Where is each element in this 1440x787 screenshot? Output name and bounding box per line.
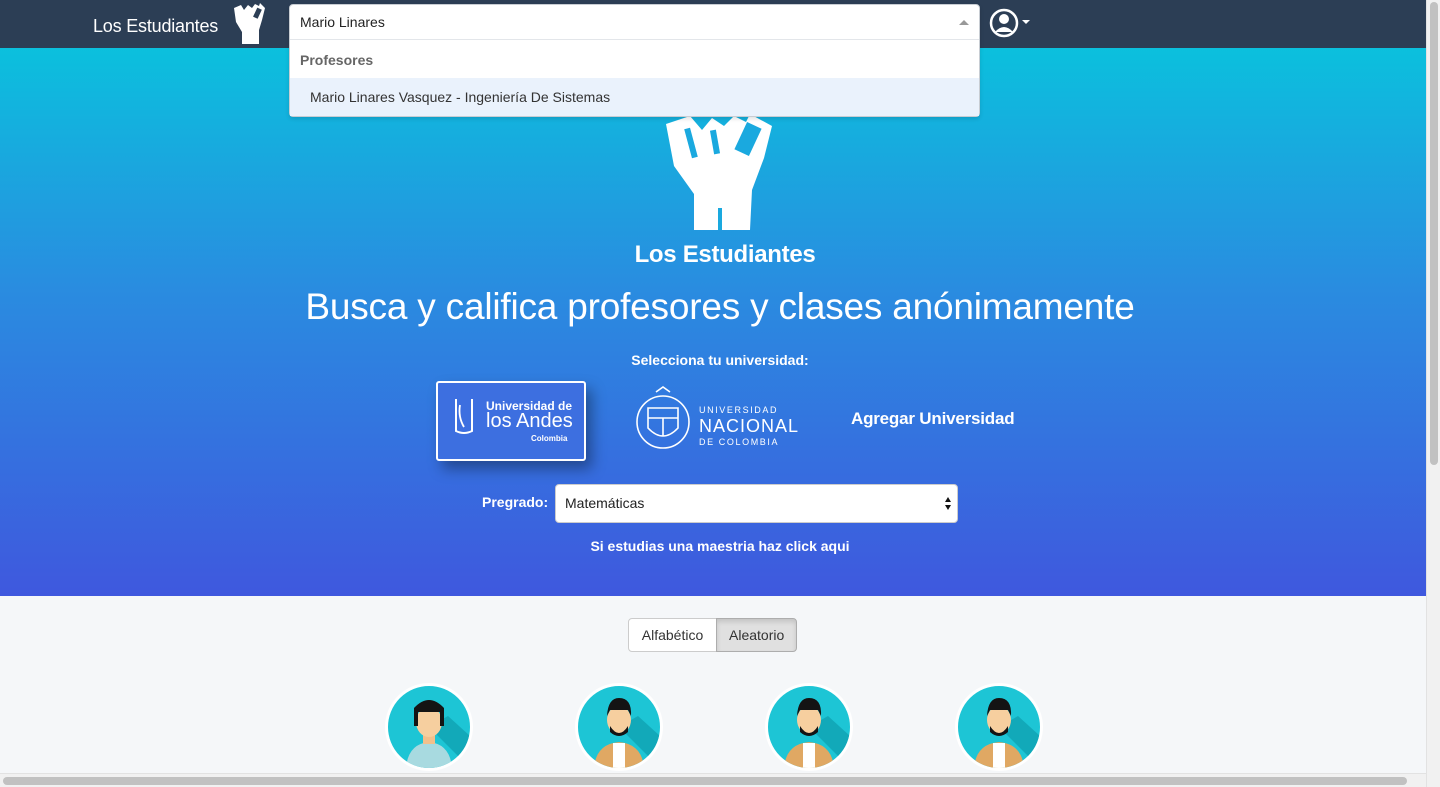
male-avatar-icon xyxy=(784,698,850,768)
raised-fist-icon xyxy=(666,114,772,230)
vertical-scrollbar-thumb[interactable] xyxy=(1430,2,1438,465)
pregrado-label: Pregrado: xyxy=(482,494,549,510)
page: Los Estudiantes Busca y califica profeso… xyxy=(0,0,1440,787)
professor-avatar[interactable] xyxy=(385,683,473,771)
raised-fist-icon xyxy=(234,3,265,44)
horizontal-scrollbar-thumb[interactable] xyxy=(3,777,1407,785)
search-autocomplete: Profesores Mario Linares Vasquez - Ingen… xyxy=(289,4,980,117)
andes-line3: Colombia xyxy=(531,434,568,443)
hero-brand: Los Estudiantes xyxy=(634,241,816,268)
chevron-down-icon xyxy=(1022,20,1030,24)
pregrado-value: Matemáticas xyxy=(565,495,645,511)
hero-section: Los Estudiantes Busca y califica profeso… xyxy=(0,48,1426,596)
chevron-up-icon[interactable] xyxy=(959,20,969,25)
horizontal-scrollbar[interactable] xyxy=(0,773,1426,787)
nacional-shield-icon xyxy=(636,386,690,449)
professor-avatar[interactable] xyxy=(765,683,853,771)
pregrado-select[interactable]: Matemáticas xyxy=(555,484,958,523)
search-input[interactable] xyxy=(290,5,979,40)
university-nacional-logo[interactable]: UNIVERSIDAD NACIONAL DE COLOMBIA xyxy=(634,384,804,460)
search-result-item[interactable]: Mario Linares Vasquez - Ingeniería De Si… xyxy=(290,78,979,116)
user-circle-icon xyxy=(989,8,1019,38)
male-avatar-icon xyxy=(594,698,660,768)
sort-alphabetical-button[interactable]: Alfabético xyxy=(628,618,717,652)
search-group-label: Profesores xyxy=(300,52,374,68)
select-arrows-icon xyxy=(945,497,953,511)
brand-link[interactable]: Los Estudiantes xyxy=(93,16,218,37)
nacional-line2: NACIONAL xyxy=(699,416,800,436)
select-university-label: Selecciona tu universidad: xyxy=(631,352,809,368)
andes-line2: los Andes xyxy=(486,410,573,432)
nacional-line1: UNIVERSIDAD xyxy=(699,405,779,415)
sort-toggle: Alfabético Aleatorio xyxy=(628,618,797,652)
professor-avatar[interactable] xyxy=(575,683,663,771)
professor-avatar[interactable] xyxy=(955,683,1043,771)
hero-title: Busca y califica profesores y clases anó… xyxy=(305,286,1135,327)
female-avatar-icon xyxy=(406,700,470,768)
user-menu[interactable] xyxy=(989,8,1033,38)
university-andes-logo[interactable]: Universidad de los Andes Colombia xyxy=(436,381,586,461)
male-avatar-icon xyxy=(974,698,1040,768)
sort-random-button[interactable]: Aleatorio xyxy=(716,618,797,652)
add-university-link[interactable]: Agregar Universidad xyxy=(851,409,1015,429)
vertical-scrollbar[interactable] xyxy=(1426,0,1440,787)
nacional-line3: DE COLOMBIA xyxy=(699,437,780,447)
maestria-link[interactable]: Si estudias una maestria haz click aqui xyxy=(0,538,1440,554)
